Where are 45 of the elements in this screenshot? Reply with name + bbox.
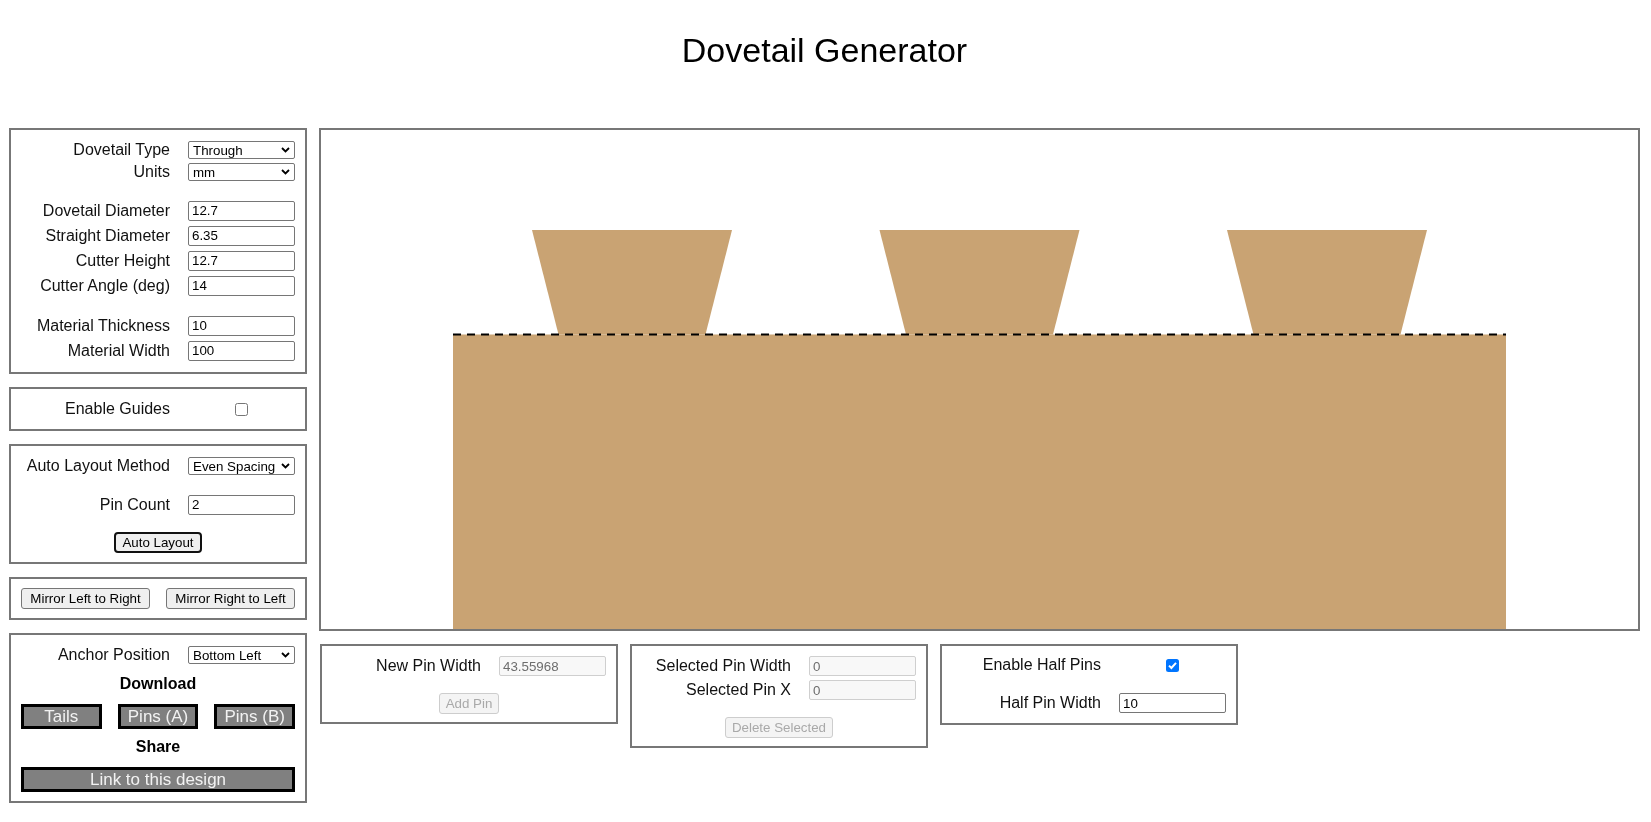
action-button[interactable]: Mirror Left to Right: [21, 588, 150, 609]
field-label: Pin Count: [99, 495, 170, 514]
download-button[interactable]: Pins (B): [214, 704, 295, 729]
field-label: Cutter Height: [75, 251, 170, 270]
section-heading: Download: [119, 675, 197, 693]
field-label: New Pin Width: [376, 657, 481, 675]
field-label: Selected Pin Width: [655, 657, 791, 675]
field-label: Dovetail Diameter: [42, 201, 170, 220]
checkbox[interactable]: [1166, 658, 1179, 672]
input-field[interactable]: 2: [188, 494, 295, 515]
field-label: Enable Guides: [65, 400, 170, 418]
input-field[interactable]: 10: [188, 315, 295, 336]
field-label: Selected Pin X: [686, 681, 791, 699]
input-field[interactable]: 6.35: [188, 225, 295, 246]
field-label: Material Width: [67, 341, 170, 360]
action-button[interactable]: Auto Layout: [114, 532, 202, 553]
input-field[interactable]: 12.7: [188, 250, 295, 271]
action-button[interactable]: Mirror Right to Left: [166, 588, 295, 609]
chevron-down-icon: [281, 169, 290, 175]
chevron-down-icon: [281, 463, 290, 469]
field-label: Material Thickness: [36, 316, 170, 335]
input-field[interactable]: 10: [1119, 693, 1226, 713]
chevron-down-icon: [281, 147, 290, 153]
field-label: Anchor Position: [57, 646, 170, 664]
field-label: Units: [133, 163, 170, 181]
field-label: Cutter Angle (deg): [40, 276, 170, 295]
input-field[interactable]: 12.7: [188, 200, 295, 221]
dropdown[interactable]: Bottom Left: [188, 646, 295, 664]
dropdown[interactable]: mm: [188, 163, 295, 181]
field-label: Half Pin Width: [999, 694, 1101, 712]
field-label: Dovetail Type: [73, 141, 170, 159]
section-heading: Share: [135, 738, 181, 756]
download-button[interactable]: Link to this design: [21, 767, 295, 792]
dropdown[interactable]: Even Spacing: [188, 457, 295, 475]
chevron-down-icon: [281, 652, 290, 658]
input-field[interactable]: 100: [188, 340, 295, 361]
page-title: Dovetail Generator: [681, 30, 968, 70]
field-label: Straight Diameter: [45, 226, 170, 245]
field-label: Enable Half Pins: [982, 656, 1101, 674]
field-label: Auto Layout Method: [26, 457, 170, 475]
download-button[interactable]: Tails: [21, 704, 102, 729]
dropdown[interactable]: Through: [188, 141, 295, 159]
download-button[interactable]: Pins (A): [117, 704, 199, 729]
checkbox[interactable]: [235, 402, 248, 416]
input-field[interactable]: 14: [188, 275, 295, 296]
